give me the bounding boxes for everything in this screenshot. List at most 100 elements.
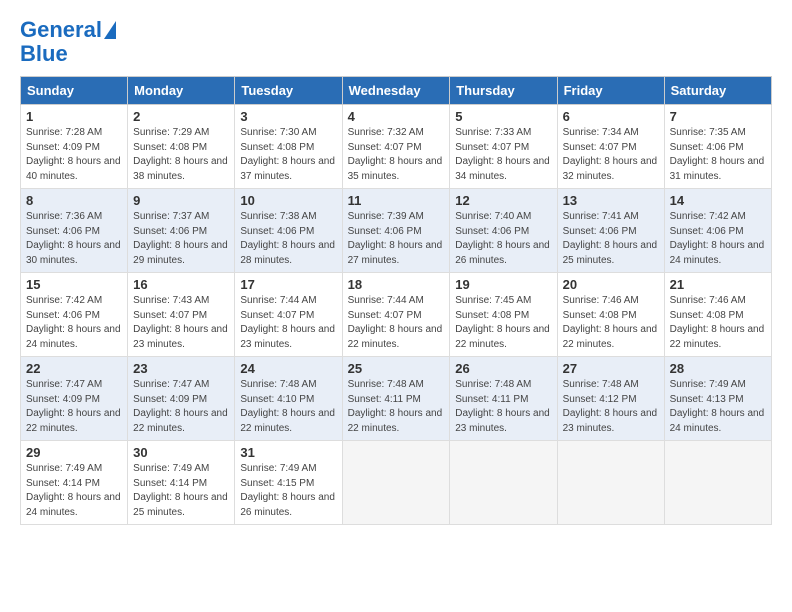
calendar-week-1: 1 Sunrise: 7:28 AMSunset: 4:09 PMDayligh… <box>21 105 772 189</box>
calendar-week-2: 8 Sunrise: 7:36 AMSunset: 4:06 PMDayligh… <box>21 189 772 273</box>
day-header-wednesday: Wednesday <box>342 77 450 105</box>
day-info: Sunrise: 7:47 AMSunset: 4:09 PMDaylight:… <box>133 379 228 434</box>
day-info: Sunrise: 7:28 AMSunset: 4:09 PMDaylight:… <box>26 127 121 182</box>
day-number: 30 <box>133 445 229 460</box>
day-header-monday: Monday <box>128 77 235 105</box>
calendar-cell <box>450 441 557 525</box>
day-info: Sunrise: 7:42 AMSunset: 4:06 PMDaylight:… <box>26 295 121 350</box>
calendar-cell: 21 Sunrise: 7:46 AMSunset: 4:08 PMDaylig… <box>664 273 771 357</box>
day-info: Sunrise: 7:33 AMSunset: 4:07 PMDaylight:… <box>455 127 550 182</box>
calendar-cell: 22 Sunrise: 7:47 AMSunset: 4:09 PMDaylig… <box>21 357 128 441</box>
calendar-cell: 13 Sunrise: 7:41 AMSunset: 4:06 PMDaylig… <box>557 189 664 273</box>
day-info: Sunrise: 7:49 AMSunset: 4:14 PMDaylight:… <box>133 463 228 518</box>
calendar-cell: 8 Sunrise: 7:36 AMSunset: 4:06 PMDayligh… <box>21 189 128 273</box>
logo-text: General <box>20 18 102 42</box>
day-number: 28 <box>670 361 766 376</box>
day-info: Sunrise: 7:44 AMSunset: 4:07 PMDaylight:… <box>348 295 443 350</box>
day-info: Sunrise: 7:38 AMSunset: 4:06 PMDaylight:… <box>240 211 335 266</box>
calendar-cell: 10 Sunrise: 7:38 AMSunset: 4:06 PMDaylig… <box>235 189 342 273</box>
day-number: 29 <box>26 445 122 460</box>
calendar-cell: 30 Sunrise: 7:49 AMSunset: 4:14 PMDaylig… <box>128 441 235 525</box>
calendar-week-3: 15 Sunrise: 7:42 AMSunset: 4:06 PMDaylig… <box>21 273 772 357</box>
day-info: Sunrise: 7:34 AMSunset: 4:07 PMDaylight:… <box>563 127 658 182</box>
calendar-cell: 26 Sunrise: 7:48 AMSunset: 4:11 PMDaylig… <box>450 357 557 441</box>
day-info: Sunrise: 7:44 AMSunset: 4:07 PMDaylight:… <box>240 295 335 350</box>
page: General Blue SundayMondayTuesdayWednesda… <box>0 0 792 535</box>
day-info: Sunrise: 7:46 AMSunset: 4:08 PMDaylight:… <box>563 295 658 350</box>
calendar-header-row: SundayMondayTuesdayWednesdayThursdayFrid… <box>21 77 772 105</box>
day-info: Sunrise: 7:49 AMSunset: 4:14 PMDaylight:… <box>26 463 121 518</box>
calendar-cell: 31 Sunrise: 7:49 AMSunset: 4:15 PMDaylig… <box>235 441 342 525</box>
calendar-cell: 7 Sunrise: 7:35 AMSunset: 4:06 PMDayligh… <box>664 105 771 189</box>
header: General Blue <box>20 18 772 66</box>
calendar-cell: 27 Sunrise: 7:48 AMSunset: 4:12 PMDaylig… <box>557 357 664 441</box>
calendar-cell: 18 Sunrise: 7:44 AMSunset: 4:07 PMDaylig… <box>342 273 450 357</box>
day-number: 11 <box>348 193 445 208</box>
day-header-saturday: Saturday <box>664 77 771 105</box>
day-number: 21 <box>670 277 766 292</box>
day-number: 7 <box>670 109 766 124</box>
day-number: 26 <box>455 361 551 376</box>
calendar-table: SundayMondayTuesdayWednesdayThursdayFrid… <box>20 76 772 525</box>
day-info: Sunrise: 7:41 AMSunset: 4:06 PMDaylight:… <box>563 211 658 266</box>
day-info: Sunrise: 7:48 AMSunset: 4:11 PMDaylight:… <box>455 379 550 434</box>
day-number: 18 <box>348 277 445 292</box>
calendar-cell: 24 Sunrise: 7:48 AMSunset: 4:10 PMDaylig… <box>235 357 342 441</box>
day-info: Sunrise: 7:48 AMSunset: 4:10 PMDaylight:… <box>240 379 335 434</box>
day-number: 27 <box>563 361 659 376</box>
day-number: 25 <box>348 361 445 376</box>
day-info: Sunrise: 7:46 AMSunset: 4:08 PMDaylight:… <box>670 295 765 350</box>
calendar-cell <box>557 441 664 525</box>
day-header-thursday: Thursday <box>450 77 557 105</box>
calendar-cell: 29 Sunrise: 7:49 AMSunset: 4:14 PMDaylig… <box>21 441 128 525</box>
calendar-cell: 17 Sunrise: 7:44 AMSunset: 4:07 PMDaylig… <box>235 273 342 357</box>
calendar-cell: 16 Sunrise: 7:43 AMSunset: 4:07 PMDaylig… <box>128 273 235 357</box>
day-number: 9 <box>133 193 229 208</box>
day-header-tuesday: Tuesday <box>235 77 342 105</box>
logo: General Blue <box>20 18 116 66</box>
day-number: 12 <box>455 193 551 208</box>
calendar-cell: 4 Sunrise: 7:32 AMSunset: 4:07 PMDayligh… <box>342 105 450 189</box>
calendar-cell: 14 Sunrise: 7:42 AMSunset: 4:06 PMDaylig… <box>664 189 771 273</box>
day-info: Sunrise: 7:30 AMSunset: 4:08 PMDaylight:… <box>240 127 335 182</box>
day-info: Sunrise: 7:48 AMSunset: 4:11 PMDaylight:… <box>348 379 443 434</box>
day-number: 10 <box>240 193 336 208</box>
calendar-cell: 20 Sunrise: 7:46 AMSunset: 4:08 PMDaylig… <box>557 273 664 357</box>
day-number: 1 <box>26 109 122 124</box>
logo-text2: Blue <box>20 42 68 66</box>
calendar-cell <box>664 441 771 525</box>
day-number: 15 <box>26 277 122 292</box>
calendar-cell: 3 Sunrise: 7:30 AMSunset: 4:08 PMDayligh… <box>235 105 342 189</box>
day-number: 24 <box>240 361 336 376</box>
day-number: 5 <box>455 109 551 124</box>
calendar-week-5: 29 Sunrise: 7:49 AMSunset: 4:14 PMDaylig… <box>21 441 772 525</box>
day-info: Sunrise: 7:42 AMSunset: 4:06 PMDaylight:… <box>670 211 765 266</box>
day-header-sunday: Sunday <box>21 77 128 105</box>
calendar-week-4: 22 Sunrise: 7:47 AMSunset: 4:09 PMDaylig… <box>21 357 772 441</box>
day-info: Sunrise: 7:35 AMSunset: 4:06 PMDaylight:… <box>670 127 765 182</box>
day-number: 8 <box>26 193 122 208</box>
day-info: Sunrise: 7:36 AMSunset: 4:06 PMDaylight:… <box>26 211 121 266</box>
day-info: Sunrise: 7:47 AMSunset: 4:09 PMDaylight:… <box>26 379 121 434</box>
day-info: Sunrise: 7:32 AMSunset: 4:07 PMDaylight:… <box>348 127 443 182</box>
day-number: 4 <box>348 109 445 124</box>
calendar-cell <box>342 441 450 525</box>
day-number: 6 <box>563 109 659 124</box>
day-info: Sunrise: 7:39 AMSunset: 4:06 PMDaylight:… <box>348 211 443 266</box>
day-number: 22 <box>26 361 122 376</box>
day-info: Sunrise: 7:37 AMSunset: 4:06 PMDaylight:… <box>133 211 228 266</box>
calendar-cell: 9 Sunrise: 7:37 AMSunset: 4:06 PMDayligh… <box>128 189 235 273</box>
day-info: Sunrise: 7:29 AMSunset: 4:08 PMDaylight:… <box>133 127 228 182</box>
calendar-cell: 5 Sunrise: 7:33 AMSunset: 4:07 PMDayligh… <box>450 105 557 189</box>
day-number: 20 <box>563 277 659 292</box>
day-number: 13 <box>563 193 659 208</box>
day-info: Sunrise: 7:45 AMSunset: 4:08 PMDaylight:… <box>455 295 550 350</box>
day-number: 23 <box>133 361 229 376</box>
day-info: Sunrise: 7:49 AMSunset: 4:13 PMDaylight:… <box>670 379 765 434</box>
day-info: Sunrise: 7:48 AMSunset: 4:12 PMDaylight:… <box>563 379 658 434</box>
calendar-cell: 15 Sunrise: 7:42 AMSunset: 4:06 PMDaylig… <box>21 273 128 357</box>
calendar-cell: 2 Sunrise: 7:29 AMSunset: 4:08 PMDayligh… <box>128 105 235 189</box>
day-info: Sunrise: 7:43 AMSunset: 4:07 PMDaylight:… <box>133 295 228 350</box>
calendar-cell: 6 Sunrise: 7:34 AMSunset: 4:07 PMDayligh… <box>557 105 664 189</box>
calendar-cell: 25 Sunrise: 7:48 AMSunset: 4:11 PMDaylig… <box>342 357 450 441</box>
